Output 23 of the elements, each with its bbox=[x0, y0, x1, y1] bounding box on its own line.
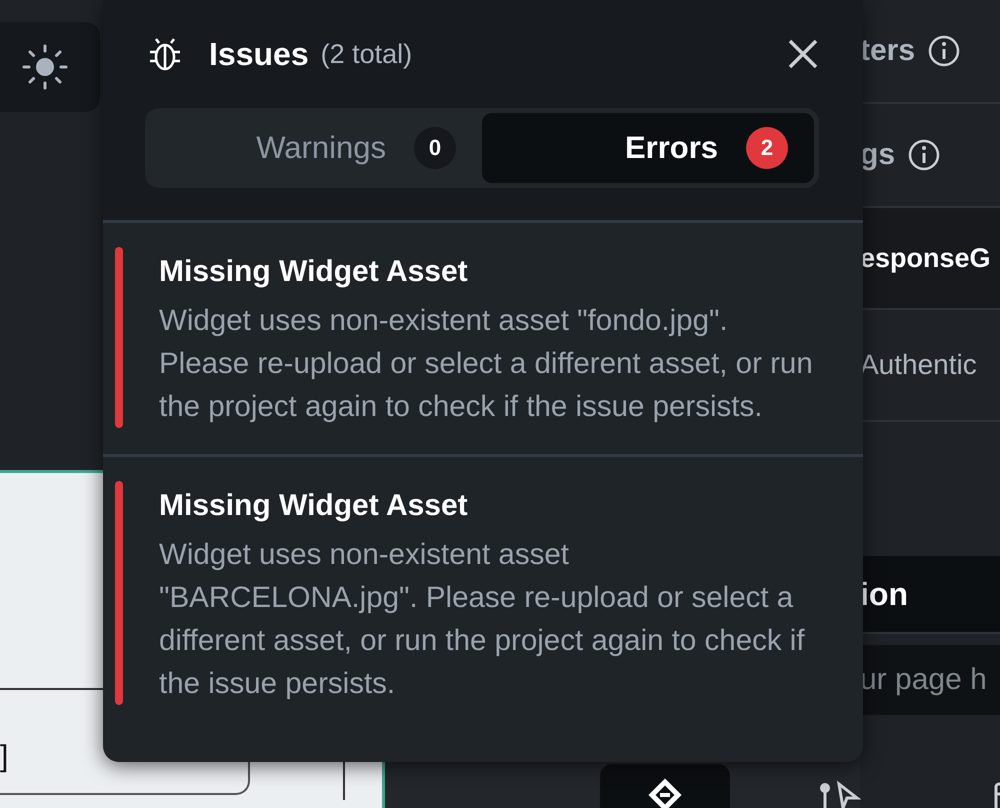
sun-icon bbox=[21, 43, 69, 91]
issue-title: Missing Widget Asset bbox=[159, 255, 469, 289]
panel-title: Issues bbox=[209, 36, 309, 72]
section-heading: ters bbox=[860, 34, 916, 68]
count-badge: 2 bbox=[746, 127, 788, 169]
close-icon bbox=[787, 38, 819, 70]
property-value: esponseG bbox=[860, 242, 991, 274]
widget-tool-button[interactable] bbox=[600, 764, 730, 808]
property-label: Authentic bbox=[860, 349, 977, 381]
issue-count: (2 total) bbox=[320, 38, 412, 70]
theme-toggle-button[interactable] bbox=[0, 22, 100, 112]
info-icon[interactable] bbox=[927, 34, 962, 68]
issue-title: Missing Widget Asset bbox=[159, 489, 469, 523]
close-button[interactable] bbox=[787, 38, 819, 70]
issue-tab[interactable]: Warnings 0 bbox=[150, 113, 482, 183]
issue-tab[interactable]: Errors 2 bbox=[482, 113, 814, 183]
count-badge: 0 bbox=[414, 127, 456, 169]
widget-text: ] bbox=[0, 740, 8, 774]
section-heading: gs bbox=[860, 138, 896, 172]
dropdown-value[interactable]: ion bbox=[860, 556, 1000, 632]
issue-description: Widget uses non-existent asset "fondo.jpg". Please re-upload or select a different asset, or run the project again to check if the issue persists. bbox=[159, 303, 814, 425]
issue-description: Widget uses non-existent asset "BARCELONA.jpg". Please re-upload or select a different asset, or run the project again to check if the issue persists. bbox=[159, 537, 806, 702]
info-icon[interactable] bbox=[907, 138, 942, 172]
